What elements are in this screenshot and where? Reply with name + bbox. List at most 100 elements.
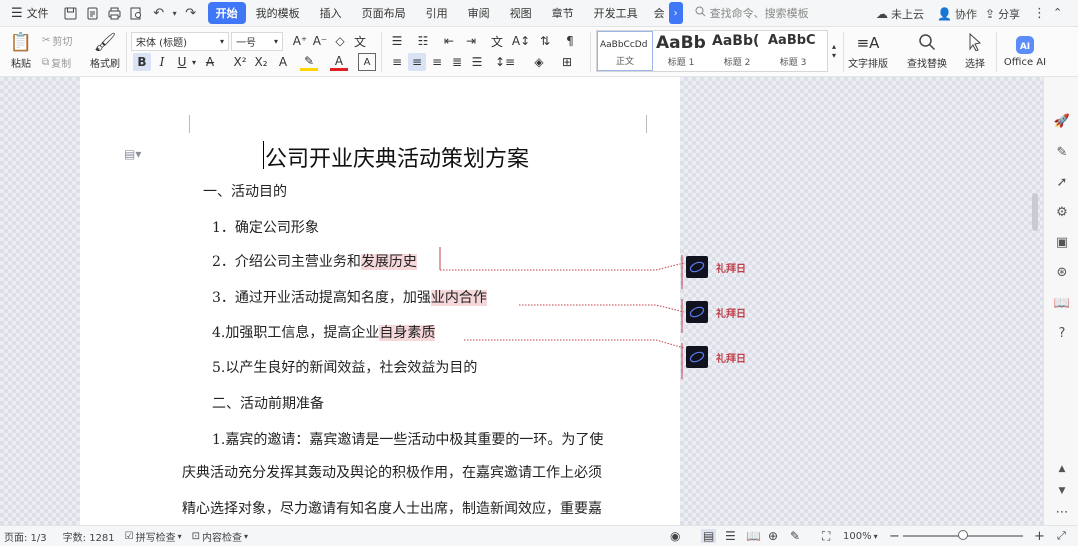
redo-icon[interactable]: ↷ bbox=[180, 2, 202, 24]
page-view-icon[interactable]: ▤ bbox=[701, 529, 717, 543]
text-layout-button[interactable]: ≡A 文字排版 bbox=[844, 30, 892, 72]
zoom-slider-handle[interactable] bbox=[958, 530, 968, 540]
collapse-ribbon-icon[interactable]: ⌃ bbox=[1053, 6, 1062, 19]
book-icon[interactable]: 📖 bbox=[1052, 293, 1072, 313]
scroll-down-icon[interactable]: ▼ bbox=[1052, 481, 1072, 501]
underline-dropdown-icon[interactable]: ▾ bbox=[189, 53, 199, 71]
pen-icon[interactable]: ✎ bbox=[1052, 142, 1072, 162]
comment-balloon[interactable]: 礼拜日 bbox=[686, 256, 746, 278]
line-spacing-icon[interactable]: ↕≡ bbox=[495, 53, 515, 71]
export-pdf-icon[interactable] bbox=[82, 2, 104, 24]
phonetic-icon[interactable]: 文 bbox=[351, 32, 369, 50]
font-name-select[interactable]: 宋体 (标题) ▾ bbox=[131, 32, 229, 51]
body-paragraph[interactable]: 庆典活动充分发挥其轰动及舆论的积极作用，在嘉宾邀请工作上必须 bbox=[182, 462, 602, 482]
share-button[interactable]: ⇪ 分享 bbox=[985, 6, 1020, 22]
font-color-button[interactable]: A bbox=[330, 53, 348, 71]
sliders-icon[interactable]: ⚙ bbox=[1052, 202, 1072, 222]
subscript-button[interactable]: X₂ bbox=[252, 53, 270, 71]
tab-review[interactable]: 审阅 bbox=[458, 2, 500, 24]
collab-button[interactable]: 👤 协作 bbox=[937, 6, 977, 22]
grow-font-icon[interactable]: A⁺ bbox=[291, 32, 309, 50]
more-options-icon[interactable]: ⋮ bbox=[1033, 6, 1046, 21]
vertical-scrollbar-thumb[interactable] bbox=[1032, 193, 1038, 231]
content-check-toggle[interactable]: ⊡ 内容检查 ▾ bbox=[192, 529, 248, 544]
body-paragraph[interactable]: 4.加强职工信息，提高企业自身素质 bbox=[212, 322, 436, 342]
zoom-in-button[interactable]: + bbox=[1034, 529, 1045, 544]
tab-view[interactable]: 视图 bbox=[500, 2, 542, 24]
tab-developer[interactable]: 开发工具 bbox=[584, 2, 648, 24]
select-button[interactable]: 选择 bbox=[958, 30, 992, 72]
comment-balloon[interactable]: 礼拜日 bbox=[686, 301, 746, 323]
write-view-icon[interactable]: ✎ bbox=[790, 529, 800, 543]
paragraph-options-icon[interactable]: ▤▾ bbox=[124, 147, 141, 161]
more-icon[interactable]: ⋯ bbox=[1052, 502, 1072, 522]
body-paragraph[interactable]: 1.嘉宾的邀请：嘉宾邀请是一些活动中极其重要的一环。为了使 bbox=[212, 429, 603, 449]
tab-insert[interactable]: 插入 bbox=[310, 2, 352, 24]
tab-member[interactable]: 会 bbox=[648, 2, 667, 24]
text-effect-button[interactable]: A bbox=[274, 53, 292, 71]
print-preview-icon[interactable] bbox=[126, 2, 148, 24]
word-count[interactable]: 字数: 1281 bbox=[63, 529, 115, 544]
justify-icon[interactable]: ≣ bbox=[448, 53, 466, 71]
fullscreen-icon[interactable]: ⤢ bbox=[1057, 529, 1066, 543]
styles-more-icon[interactable]: ▴ ▾ bbox=[829, 30, 839, 72]
body-paragraph[interactable]: 一、活动目的 bbox=[203, 181, 287, 201]
decrease-indent-icon[interactable]: ⇤ bbox=[440, 32, 458, 50]
outline-view-icon[interactable]: ☰ bbox=[725, 529, 736, 543]
body-paragraph[interactable]: 2．介绍公司主营业务和发展历史 bbox=[212, 251, 417, 271]
body-paragraph[interactable]: 二、活动前期准备 bbox=[212, 393, 324, 413]
body-paragraph[interactable]: 精心选择对象，尽力邀请有知名度人士出席，制造新闻效应，重要嘉 bbox=[182, 498, 602, 518]
undo-dropdown-icon[interactable]: ▾ bbox=[170, 2, 180, 24]
tab-page-layout[interactable]: 页面布局 bbox=[352, 2, 416, 24]
shading-icon[interactable]: ◈ bbox=[530, 53, 548, 71]
text-direction-icon[interactable]: A↕ bbox=[512, 32, 530, 50]
cut-button[interactable]: ✂ 剪切 bbox=[42, 32, 72, 48]
italic-button[interactable]: I bbox=[153, 53, 171, 71]
help-icon[interactable]: ? bbox=[1052, 323, 1072, 343]
highlight-color-button[interactable]: ✎ bbox=[300, 53, 318, 71]
style-heading-1[interactable]: AaBb 标题 1 bbox=[653, 31, 709, 71]
body-paragraph[interactable]: 3．通过开业活动提高知名度，加强业内合作 bbox=[212, 287, 487, 307]
print-icon[interactable] bbox=[104, 2, 126, 24]
pointer-icon[interactable]: ➚ bbox=[1052, 172, 1072, 192]
zoom-slider[interactable] bbox=[903, 530, 1023, 540]
rocket-icon[interactable]: 🚀 bbox=[1052, 111, 1072, 131]
align-left-icon[interactable]: ≡ bbox=[388, 53, 406, 71]
increase-indent-icon[interactable]: ⇥ bbox=[462, 32, 480, 50]
superscript-button[interactable]: X² bbox=[231, 53, 249, 71]
document-canvas[interactable]: ▤▾ 公司开业庆典活动策划方案 一、活动目的 1．确定公司形象 2．介绍公司主营业务… bbox=[0, 77, 1043, 525]
comment-balloon[interactable]: 礼拜日 bbox=[686, 346, 746, 368]
sort-icon[interactable]: ⇅ bbox=[536, 32, 554, 50]
image-icon[interactable]: ▣ bbox=[1052, 232, 1072, 252]
style-normal[interactable]: AaBbCcDd 正文 bbox=[597, 31, 653, 71]
align-center-icon[interactable]: ≡ bbox=[408, 53, 426, 71]
office-ai-button[interactable]: AI Office AI bbox=[1002, 30, 1048, 72]
page-indicator[interactable]: 页面: 1/3 bbox=[4, 529, 47, 544]
style-heading-3[interactable]: AaBbC 标题 3 bbox=[765, 31, 821, 71]
borders-icon[interactable]: ⊞ bbox=[558, 53, 576, 71]
find-replace-button[interactable]: 查找替换 bbox=[902, 30, 952, 72]
chinese-layout-icon[interactable]: 文 bbox=[488, 32, 506, 50]
command-search[interactable]: 查找命令、搜索模板 bbox=[695, 5, 809, 21]
scroll-up-icon[interactable]: ▲ bbox=[1052, 459, 1072, 479]
bold-button[interactable]: B bbox=[133, 53, 151, 71]
shrink-font-icon[interactable]: A⁻ bbox=[311, 32, 329, 50]
numbered-list-icon[interactable]: ☷ bbox=[414, 32, 432, 50]
style-heading-2[interactable]: AaBb( 标题 2 bbox=[709, 31, 765, 71]
file-menu[interactable]: ☰ 文件 bbox=[6, 2, 54, 24]
tab-references[interactable]: 引用 bbox=[416, 2, 458, 24]
tab-my-templates[interactable]: 我的模板 bbox=[246, 2, 310, 24]
tabs-more-chevron-icon[interactable]: › bbox=[668, 2, 683, 24]
align-right-icon[interactable]: ≡ bbox=[428, 53, 446, 71]
distribute-icon[interactable]: ☰ bbox=[468, 53, 486, 71]
clear-format-icon[interactable]: ◇ bbox=[331, 32, 349, 50]
save-icon[interactable] bbox=[60, 2, 82, 24]
web-view-icon[interactable]: ⊕ bbox=[768, 529, 778, 543]
body-paragraph[interactable]: 5.以产生良好的新闻效益，社会效益为目的 bbox=[212, 357, 477, 377]
reading-view-icon[interactable]: 📖 bbox=[746, 529, 761, 543]
zoom-level[interactable]: 100% ▾ bbox=[843, 531, 878, 542]
eye-protection-icon[interactable]: ◉ bbox=[670, 529, 680, 543]
font-size-select[interactable]: 一号 ▾ bbox=[231, 32, 283, 51]
tab-home[interactable]: 开始 bbox=[207, 2, 246, 24]
char-border-button[interactable]: A bbox=[358, 53, 376, 71]
